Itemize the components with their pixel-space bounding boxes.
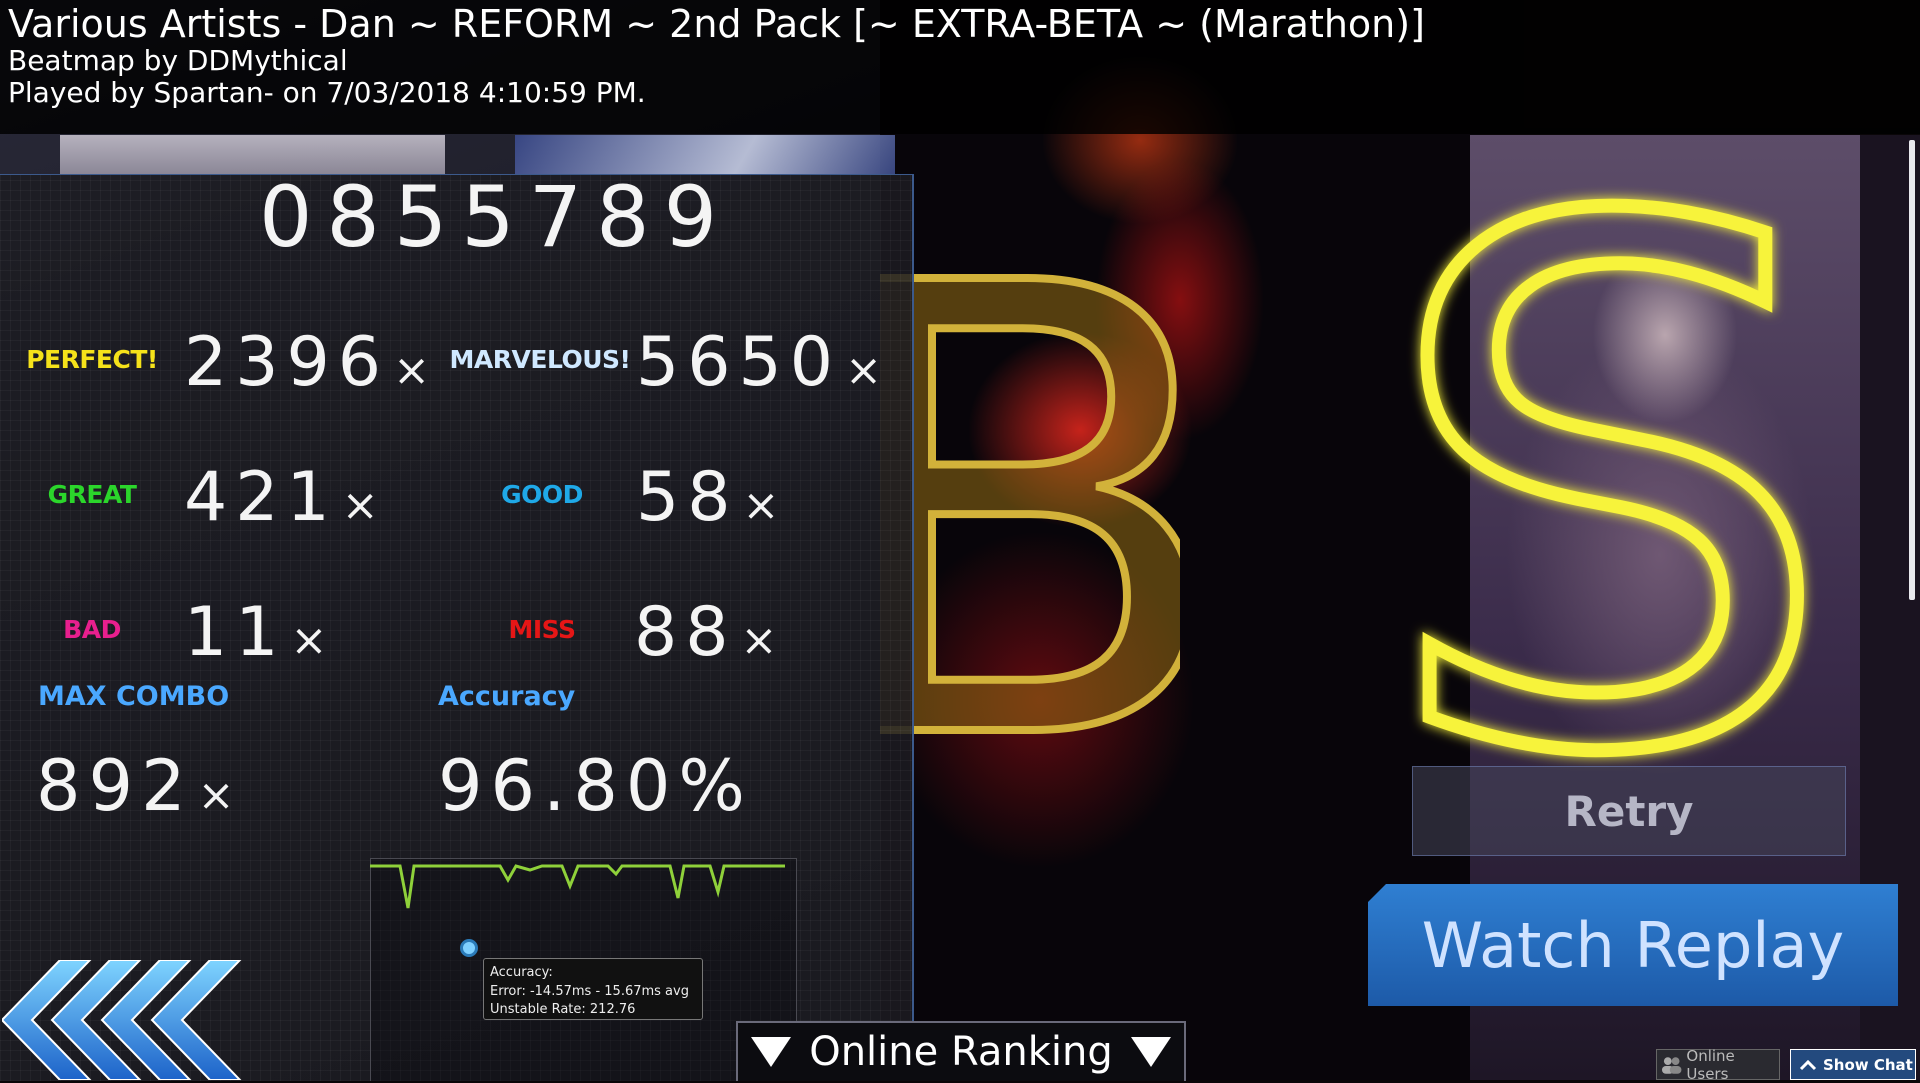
cursor-icon bbox=[460, 939, 478, 957]
rank-b-letter: B bbox=[880, 210, 1180, 770]
judgement-count-great: 421× bbox=[184, 458, 379, 537]
judgement-count-perfect: 2396× bbox=[184, 323, 430, 402]
judgement-count-marvelous: 5650× bbox=[636, 323, 882, 402]
beatmap-mapper: Beatmap by DDMythical bbox=[8, 44, 348, 77]
watch-replay-button[interactable]: Watch Replay bbox=[1368, 884, 1898, 1006]
tooltip-line-2: Error: -14.57ms - 15.67ms avg bbox=[490, 984, 689, 999]
judgement-label-perfect: PERFECT! bbox=[26, 345, 158, 374]
svg-text:S: S bbox=[1390, 140, 1830, 780]
judgement-count-miss: 88× bbox=[634, 593, 778, 672]
judgement-label-marvelous: MARVELOUS! bbox=[449, 345, 631, 374]
chevron-up-icon bbox=[1799, 1059, 1817, 1070]
total-score: 0855789 bbox=[258, 168, 732, 266]
judgement-label-good: GOOD bbox=[501, 480, 583, 509]
users-icon bbox=[1661, 1056, 1682, 1074]
online-users-label: Online Users bbox=[1686, 1046, 1735, 1083]
max-combo-value: 892× bbox=[36, 745, 235, 827]
played-by: Played by Spartan- on 7/03/2018 4:10:59 … bbox=[8, 76, 646, 109]
judgement-count-good: 58× bbox=[636, 458, 780, 537]
beatmap-title: Various Artists - Dan ~ REFORM ~ 2nd Pac… bbox=[8, 2, 1425, 46]
online-users-button[interactable]: Online Users bbox=[1656, 1046, 1780, 1083]
judgement-label-great: GREAT bbox=[47, 480, 137, 509]
judgement-label-bad: BAD bbox=[63, 615, 121, 644]
svg-text:B: B bbox=[880, 210, 1180, 770]
tooltip-line-3: Unstable Rate: 212.76 bbox=[490, 1002, 636, 1017]
judgement-count-bad: 11× bbox=[184, 593, 328, 672]
online-ranking-label: Online Ranking bbox=[809, 1029, 1113, 1075]
accuracy-tooltip: Accuracy: Error: -14.57ms - 15.67ms avg … bbox=[483, 958, 703, 1020]
back-chevrons-icon[interactable] bbox=[2, 960, 254, 1080]
accuracy-value: 96.80% bbox=[438, 745, 753, 827]
rank-s-letter: S bbox=[1390, 140, 1830, 780]
max-combo-label: MAX COMBO bbox=[38, 681, 230, 712]
accuracy-label: Accuracy bbox=[438, 681, 576, 712]
triangle-down-icon bbox=[751, 1037, 792, 1067]
show-chat-label: Show Chat bbox=[1823, 1055, 1913, 1074]
triangle-down-icon bbox=[1130, 1037, 1171, 1067]
online-ranking-button[interactable]: Online Ranking bbox=[736, 1021, 1186, 1081]
retry-button[interactable]: Retry bbox=[1412, 766, 1846, 856]
header: Various Artists - Dan ~ REFORM ~ 2nd Pac… bbox=[0, 0, 1920, 134]
show-chat-button[interactable]: Show Chat bbox=[1790, 1049, 1916, 1080]
judgement-label-miss: MISS bbox=[508, 615, 576, 644]
accuracy-graph-line bbox=[370, 864, 785, 909]
scrollbar[interactable] bbox=[1909, 140, 1915, 600]
tooltip-line-1: Accuracy: bbox=[490, 965, 553, 980]
